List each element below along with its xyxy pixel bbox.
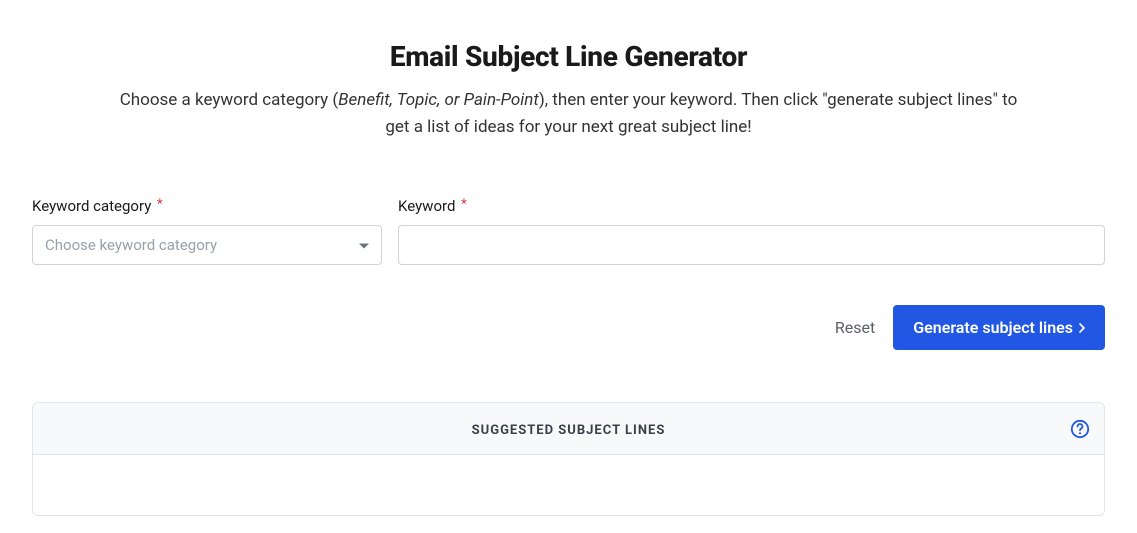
chevron-right-icon bbox=[1079, 318, 1085, 337]
keyword-label-text: Keyword bbox=[398, 197, 455, 215]
keyword-label: Keyword * bbox=[398, 197, 1105, 215]
generate-button[interactable]: Generate subject lines bbox=[893, 305, 1105, 350]
panel-body bbox=[33, 455, 1104, 515]
required-mark: * bbox=[157, 197, 163, 212]
keyword-input[interactable] bbox=[398, 225, 1105, 265]
category-label-text: Keyword category bbox=[32, 197, 151, 215]
category-select-placeholder: Choose keyword category bbox=[45, 236, 217, 254]
panel-header: SUGGESTED SUBJECT LINES bbox=[33, 403, 1104, 455]
button-row: Reset Generate subject lines bbox=[32, 305, 1105, 350]
required-mark: * bbox=[461, 197, 467, 212]
panel-title: SUGGESTED SUBJECT LINES bbox=[472, 423, 666, 438]
reset-button[interactable]: Reset bbox=[835, 318, 875, 337]
help-icon[interactable] bbox=[1070, 419, 1090, 439]
results-panel: SUGGESTED SUBJECT LINES bbox=[32, 402, 1105, 516]
generate-button-label: Generate subject lines bbox=[913, 318, 1073, 337]
subtitle-italic: Benefit, Topic, or Pain-Point bbox=[338, 90, 539, 110]
category-select[interactable]: Choose keyword category bbox=[32, 225, 382, 265]
form-row: Keyword category * Choose keyword catego… bbox=[32, 197, 1105, 265]
subtitle-pre: Choose a keyword category ( bbox=[120, 90, 339, 110]
header: Email Subject Line Generator Choose a ke… bbox=[32, 40, 1105, 141]
page-subtitle: Choose a keyword category (Benefit, Topi… bbox=[109, 87, 1029, 141]
category-label: Keyword category * bbox=[32, 197, 382, 215]
page-title: Email Subject Line Generator bbox=[32, 40, 1105, 73]
